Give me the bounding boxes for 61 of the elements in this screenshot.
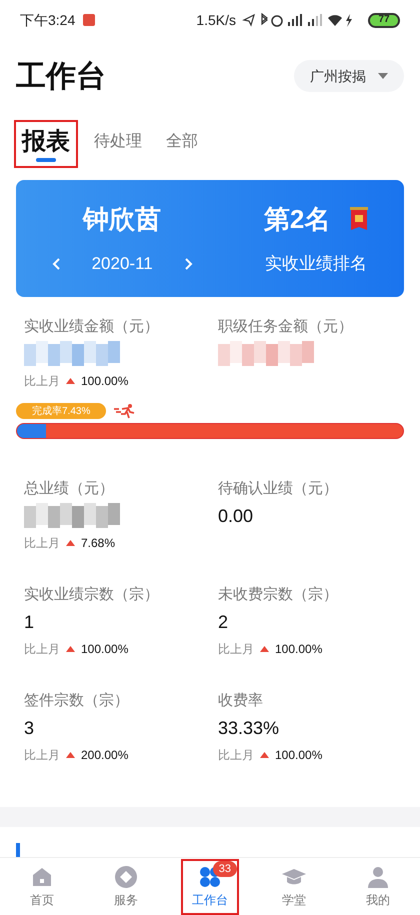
compare-label: 比上月 (24, 535, 60, 552)
running-figure-icon (114, 403, 136, 419)
tab[interactable]: 报表 (14, 120, 78, 168)
chevron-right-icon (184, 258, 193, 270)
change-value: 100.00% (275, 747, 322, 764)
compare-label: 比上月 (24, 373, 60, 390)
compare-label: 比上月 (218, 641, 254, 658)
section-marker (16, 843, 20, 857)
change-value: 200.00% (81, 747, 128, 764)
compare-label: 比上月 (24, 641, 60, 658)
nav-item[interactable]: 服务 (97, 858, 155, 914)
metric-label: 待确认业绩（元） (218, 479, 339, 499)
next-month-button[interactable] (184, 258, 193, 270)
change-value: 100.00% (275, 641, 322, 658)
up-triangle-icon (260, 646, 269, 652)
metric-label: 收费率 (218, 691, 264, 711)
rank-label: 实收业绩排名 (265, 253, 368, 276)
metric-value: 0.00 (218, 504, 254, 528)
nav-item[interactable]: 首页 (13, 858, 71, 914)
up-triangle-icon (66, 540, 75, 546)
app-notification-icon (83, 14, 96, 26)
up-triangle-icon (66, 752, 75, 758)
rank-value: 第2名 (264, 203, 330, 236)
metric-value: 33.33% (218, 716, 280, 740)
nav-item[interactable]: 工作台 33 (181, 858, 239, 914)
month-label: 2020-11 (92, 253, 153, 276)
diamond-circle-icon (114, 864, 138, 888)
notification-badge: 33 (212, 860, 237, 876)
nav-item[interactable]: 学堂 (265, 858, 323, 914)
person-icon (366, 864, 390, 888)
metric-label: 总业绩（元） (24, 479, 115, 499)
compare-label: 比上月 (218, 747, 254, 764)
up-triangle-icon (66, 646, 75, 652)
network-speed: 1.5K/s (196, 10, 236, 30)
metric-label: 职级任务金额（元） (218, 317, 354, 337)
up-triangle-icon (66, 378, 75, 384)
metric-value: 3 (24, 716, 34, 740)
metric-label: 签件宗数（宗） (24, 691, 130, 711)
status-time: 下午3:24 (20, 10, 76, 30)
change-value: 7.68% (81, 535, 116, 552)
up-triangle-icon (260, 752, 269, 758)
metric-label: 未收费宗数（宗） (218, 585, 339, 605)
metric-label: 实收业绩宗数（宗） (24, 585, 160, 605)
store-dropdown[interactable]: 广州按揭 (294, 60, 404, 92)
banner-icon (350, 206, 368, 233)
change-value: 100.00% (81, 641, 128, 658)
tab[interactable]: 全部 (158, 120, 206, 168)
metric-value: 1 (24, 610, 34, 634)
chevron-left-icon (52, 258, 60, 270)
metric-label: 实收业绩金额（元） (24, 317, 160, 337)
battery-indicator: 77 (368, 12, 400, 28)
page-title: 工作台 (16, 58, 106, 94)
tab[interactable]: 待处理 (86, 120, 150, 168)
caret-down-icon (378, 73, 388, 79)
nav-item[interactable]: 我的 (349, 858, 407, 914)
compare-label: 比上月 (24, 747, 60, 764)
completion-rate-pill: 完成率7.43% (16, 403, 106, 419)
change-value: 100.00% (81, 373, 128, 390)
previous-month-button[interactable] (52, 258, 60, 270)
metric-value: 2 (218, 610, 228, 634)
employee-name: 钟欣茵 (83, 203, 162, 236)
